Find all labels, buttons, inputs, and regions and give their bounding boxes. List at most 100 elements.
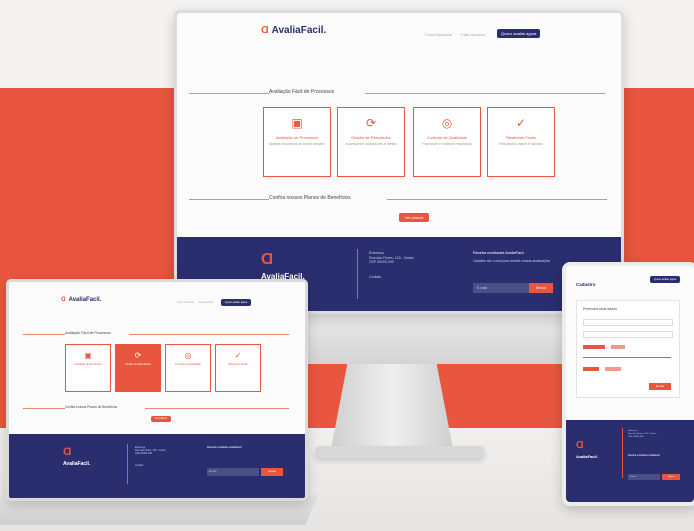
brand-mark-icon: Ɑ bbox=[576, 440, 584, 451]
newsletter-submit-button[interactable]: Enviar bbox=[662, 474, 680, 480]
brand-name: AvaliaFacil. bbox=[576, 454, 598, 459]
footer-address: Endereço Rua das Flores, 123 - Centro CE… bbox=[628, 430, 657, 438]
nav-cta-button[interactable]: Quero avaliar agora bbox=[650, 276, 681, 283]
divider bbox=[387, 199, 607, 200]
service-card[interactable]: ✓ Relatórios Finais Resultados claros e … bbox=[487, 107, 555, 177]
divider bbox=[23, 408, 65, 409]
card-title: Relatórios Finais bbox=[228, 363, 248, 366]
newsletter-email-input[interactable]: E-mail bbox=[473, 283, 529, 293]
brand-name: AvaliaFacil. bbox=[271, 25, 327, 36]
form-option[interactable] bbox=[605, 367, 621, 371]
tablet-form-card: Preencha seus dados Enviar bbox=[576, 300, 680, 398]
service-card[interactable]: ◎ Controle de Qualidade bbox=[165, 344, 211, 392]
divider bbox=[129, 334, 289, 335]
nav-link-contact[interactable]: Fale conosco bbox=[199, 301, 214, 304]
footer-logo: Ɑ AvaliaFacil. bbox=[261, 251, 305, 281]
newsletter-desc: Cadastre seu e-mail para receber nossas … bbox=[473, 259, 551, 263]
document-icon: ▣ bbox=[84, 351, 92, 360]
nav-link-how[interactable]: Como funciona bbox=[425, 32, 452, 37]
service-card-active[interactable]: ⟳ Gestão de Resultados bbox=[115, 344, 161, 392]
imac-stand bbox=[330, 364, 454, 454]
divider bbox=[365, 93, 605, 94]
check-icon: ✓ bbox=[234, 351, 242, 360]
imac-header: Ɑ AvaliaFacil. Como funciona Fale conosc… bbox=[177, 13, 621, 55]
card-title: Relatórios Finais bbox=[506, 135, 536, 140]
section2-title: Confira nossos Planos de Benefícios bbox=[65, 405, 118, 409]
brand-mark-icon: Ɑ bbox=[61, 297, 66, 303]
form-slider[interactable] bbox=[583, 357, 671, 358]
newsletter-title: Receba novidades AvaliaFacil bbox=[628, 454, 660, 457]
footer-address: Endereço Rua das Flores, 123 - Centro CE… bbox=[369, 251, 415, 265]
newsletter-title: Receba novidades AvaliaFacil bbox=[473, 251, 524, 255]
service-card[interactable]: ⟳ Gestão de Resultados Acompanhe indicad… bbox=[337, 107, 405, 177]
card-desc: Acompanhe indicadores e metas bbox=[345, 142, 397, 147]
newsletter-submit-button[interactable]: Enviar bbox=[261, 468, 283, 476]
newsletter-submit-button[interactable]: Enviar bbox=[529, 283, 553, 293]
brand-mark-icon: Ɑ bbox=[63, 446, 72, 458]
check-icon: ✓ bbox=[515, 116, 527, 130]
form-option[interactable] bbox=[583, 345, 605, 349]
divider bbox=[145, 408, 289, 409]
form-option[interactable] bbox=[583, 367, 599, 371]
card-desc: Analise processos de forma simples bbox=[268, 142, 326, 147]
service-card[interactable]: ✓ Relatórios Finais bbox=[215, 344, 261, 392]
divider bbox=[23, 334, 65, 335]
form-field[interactable] bbox=[583, 319, 673, 326]
laptop-screen: Ɑ AvaliaFacil. Como funciona Fale conosc… bbox=[6, 279, 308, 501]
card-title: Gestão de Resultados bbox=[125, 363, 151, 366]
form-option[interactable] bbox=[611, 345, 625, 349]
form-submit-button[interactable]: Enviar bbox=[649, 383, 671, 390]
form-field[interactable] bbox=[583, 331, 673, 338]
divider bbox=[189, 93, 269, 94]
card-desc: Padronize e melhore resultados bbox=[422, 142, 472, 147]
target-icon: ◎ bbox=[441, 116, 453, 130]
form-title: Preencha seus dados bbox=[583, 307, 617, 311]
imac-screen: Ɑ AvaliaFacil. Como funciona Fale conosc… bbox=[174, 10, 624, 314]
card-title: Controle de Qualidade bbox=[426, 135, 468, 140]
service-card[interactable]: ◎ Controle de Qualidade Padronize e melh… bbox=[413, 107, 481, 177]
tablet-footer: Ɑ AvaliaFacil. Endereço Rua das Flores, … bbox=[566, 420, 694, 502]
section2-title: Confira nossos Planos de Benefícios bbox=[269, 195, 351, 201]
refresh-icon: ⟳ bbox=[134, 351, 142, 360]
plans-button[interactable]: Ver planos bbox=[151, 416, 171, 422]
footer-divider bbox=[127, 444, 128, 484]
tablet-screen: Cadastro Quero avaliar agora Preencha se… bbox=[562, 262, 694, 506]
nav-cta-button[interactable]: Quero avaliar agora bbox=[497, 29, 541, 38]
footer-contact: Contato bbox=[369, 275, 382, 279]
tablet-header-title: Cadastro bbox=[576, 282, 596, 287]
card-title: Avaliação de Processos bbox=[74, 363, 102, 366]
imac-logo[interactable]: Ɑ AvaliaFacil. bbox=[261, 25, 326, 36]
card-desc: Resultados claros e rápidos bbox=[499, 142, 543, 147]
divider bbox=[189, 199, 269, 200]
footer-divider bbox=[622, 428, 623, 478]
footer-divider bbox=[357, 249, 358, 299]
newsletter-title: Receba novidades AvaliaFacil bbox=[207, 446, 242, 449]
document-icon: ▣ bbox=[291, 116, 303, 130]
footer-contact: Contato bbox=[135, 464, 144, 467]
brand-name: AvaliaFacil. bbox=[63, 461, 91, 467]
nav-cta-button[interactable]: Quero avaliar agora bbox=[221, 299, 252, 306]
footer-address: Endereço Rua das Flores, 123 - Centro CE… bbox=[135, 446, 166, 456]
service-card[interactable]: ▣ Avaliação de Processos bbox=[65, 344, 111, 392]
imac-stand-base bbox=[316, 446, 484, 458]
newsletter-email-input[interactable]: E-mail bbox=[628, 474, 660, 480]
brand-name: AvaliaFacil. bbox=[68, 297, 102, 303]
card-title: Gestão de Resultados bbox=[351, 135, 391, 140]
section1-title: Avaliação Fácil de Processos bbox=[65, 331, 111, 335]
plans-button[interactable]: Ver planos bbox=[399, 213, 429, 222]
brand-mark-icon: Ɑ bbox=[261, 251, 274, 268]
card-title: Avaliação de Processos bbox=[275, 135, 319, 140]
section1-title: Avaliação Fácil de Processos bbox=[269, 89, 335, 95]
footer-logo: Ɑ AvaliaFacil. bbox=[576, 440, 598, 459]
service-card[interactable]: ▣ Avaliação de Processos Analise process… bbox=[263, 107, 331, 177]
refresh-icon: ⟳ bbox=[365, 116, 377, 130]
card-title: Controle de Qualidade bbox=[175, 363, 201, 366]
target-icon: ◎ bbox=[184, 351, 192, 360]
laptop-footer: Ɑ AvaliaFacil. Endereço Rua das Flores, … bbox=[9, 434, 305, 498]
newsletter-email-input[interactable]: E-mail bbox=[207, 468, 259, 476]
nav-link-how[interactable]: Como funciona bbox=[177, 301, 194, 304]
brand-mark-icon: Ɑ bbox=[261, 25, 269, 36]
laptop-logo[interactable]: Ɑ AvaliaFacil. bbox=[61, 297, 101, 303]
nav-link-contact[interactable]: Fale conosco bbox=[461, 32, 485, 37]
footer-logo: Ɑ AvaliaFacil. bbox=[63, 446, 90, 467]
